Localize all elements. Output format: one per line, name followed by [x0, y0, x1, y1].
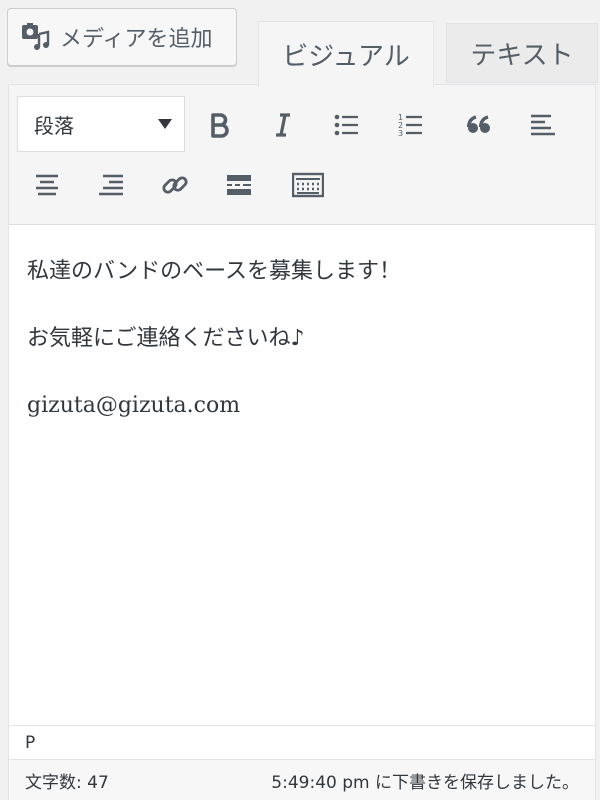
toolbar-toggle-button[interactable] — [284, 161, 332, 209]
element-path: P — [9, 725, 595, 759]
align-center-button[interactable] — [23, 161, 71, 209]
align-left-button[interactable] — [519, 101, 567, 149]
bulleted-list-button[interactable] — [323, 101, 371, 149]
svg-text:3: 3 — [398, 129, 403, 138]
align-left-icon — [531, 114, 555, 136]
link-icon — [162, 176, 188, 194]
editor-content[interactable]: 私達のバンドのベースを募集します！ お気軽にご連絡くださいね♪ gizuta@g… — [9, 225, 595, 725]
tab-text[interactable]: テキスト — [446, 23, 598, 83]
blockquote-button[interactable] — [455, 101, 503, 149]
numbered-list-button[interactable]: 1 2 3 — [387, 101, 435, 149]
insert-link-button[interactable] — [151, 161, 199, 209]
editor-frame: 段落 1 2 3 私達のバンドのベースを募集します！ お気軽にご連絡くださいね♪… — [8, 84, 596, 800]
keyboard-icon — [292, 172, 324, 198]
word-count: 文字数: 47 — [25, 773, 109, 793]
align-right-button[interactable] — [87, 161, 135, 209]
content-paragraph: お気軽にご連絡くださいね♪ — [27, 326, 305, 351]
editor-page: メディアを追加 ビジュアル テキスト 段落 1 2 3 私達のバンドのベースを募… — [0, 0, 600, 800]
format-select[interactable]: 段落 — [17, 96, 185, 152]
bulleted-list-icon — [334, 114, 358, 136]
format-select-value: 段落 — [34, 113, 74, 138]
bold-icon — [211, 113, 229, 138]
tab-visual[interactable]: ビジュアル — [258, 21, 434, 87]
content-paragraph: gizuta@gizuta.com — [27, 393, 241, 418]
add-media-icon — [22, 23, 50, 50]
content-paragraph: 私達のバンドのベースを募集します！ — [27, 259, 402, 284]
align-center-icon — [36, 174, 58, 196]
status-bar: 文字数: 47 5:49:40 pm に下書きを保存しました。 — [9, 759, 595, 800]
add-media-button[interactable]: メディアを追加 — [7, 8, 237, 66]
editor-toolbar: 段落 1 2 3 — [9, 85, 595, 225]
align-right-icon — [99, 174, 123, 196]
italic-icon — [276, 113, 290, 137]
read-more-icon — [227, 175, 251, 195]
autosave-status: 5:49:40 pm に下書きを保存しました。 — [271, 773, 579, 793]
bold-button[interactable] — [195, 101, 243, 149]
blockquote-icon — [466, 115, 490, 133]
chevron-down-icon — [158, 119, 172, 129]
add-media-label: メディアを追加 — [60, 27, 213, 52]
numbered-list-icon: 1 2 3 — [398, 113, 422, 138]
element-path-label[interactable]: P — [25, 733, 35, 753]
italic-button[interactable] — [259, 101, 307, 149]
read-more-button[interactable] — [215, 161, 263, 209]
